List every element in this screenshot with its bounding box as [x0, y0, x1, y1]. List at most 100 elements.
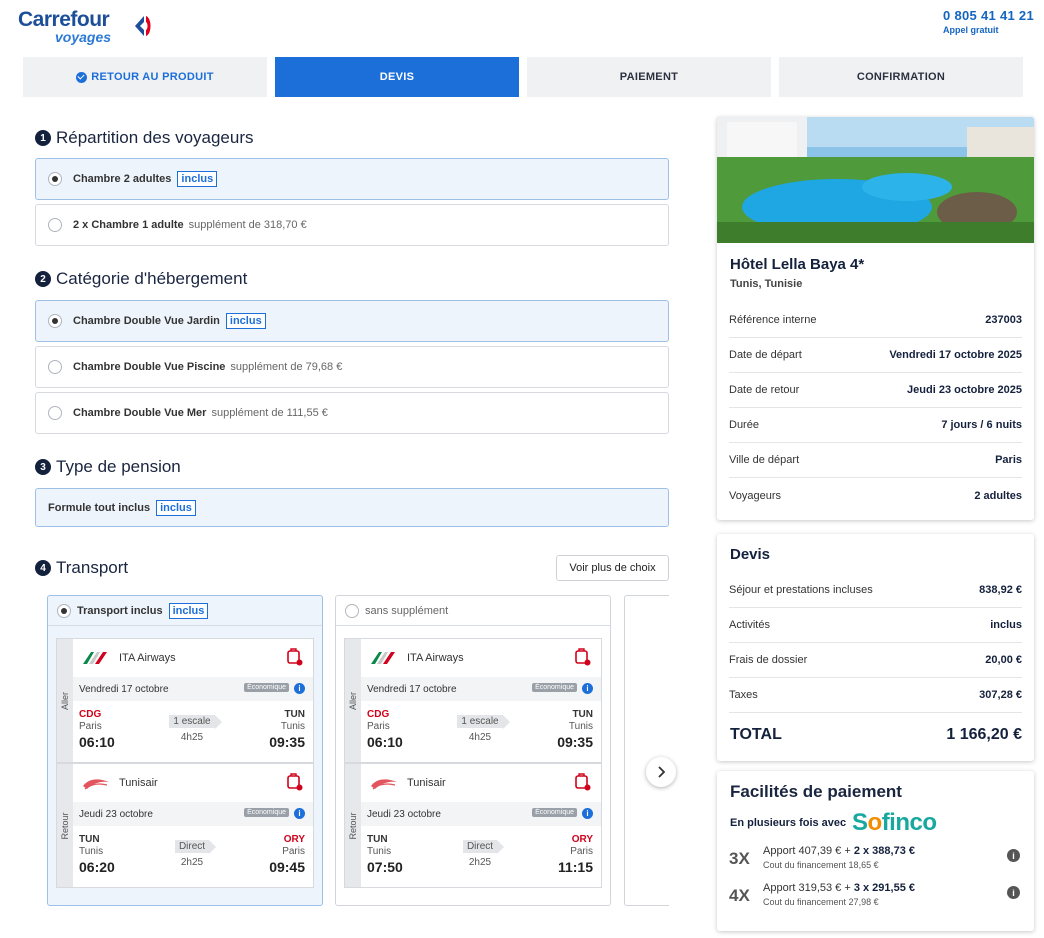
- payment-title: Facilités de paiement: [730, 782, 902, 801]
- flight-leg-retour: Retour Tunisair Jeudi 23 octobre Économi…: [344, 763, 602, 888]
- carrefour-voyages-logo[interactable]: Carrefour voyages: [18, 8, 158, 45]
- info-icon[interactable]: i: [582, 683, 593, 694]
- devis-row: Taxes 307,28 €: [729, 678, 1022, 713]
- phone-note: Appel gratuit: [943, 25, 999, 35]
- plan-multiplier: 3X: [729, 849, 750, 868]
- info-icon[interactable]: i: [294, 808, 305, 819]
- transport-card-header[interactable]: sans supplément: [336, 596, 610, 626]
- fare-class-badge: Économique: [244, 683, 289, 692]
- flight-connection: Direct 2h25: [445, 840, 515, 868]
- tab-retour-produit[interactable]: RETOUR AU PRODUIT: [23, 57, 267, 97]
- hotel-name: Hôtel Lella Baya 4*: [730, 256, 865, 273]
- departure-city: Tunis: [367, 846, 392, 857]
- devis-total: TOTAL 1 166,20 €: [730, 726, 1022, 744]
- phone-number[interactable]: 0 805 41 41 21: [943, 8, 1034, 23]
- radio-unselected[interactable]: [48, 218, 62, 232]
- departure-code: TUN: [79, 834, 100, 845]
- brand-sub: voyages: [55, 29, 112, 45]
- flight-leg-aller: Aller ITA Airways Vendredi 17 octobre Éc…: [56, 638, 314, 763]
- leg-side-label: Retour: [57, 764, 73, 887]
- departure-time: 06:10: [79, 734, 115, 750]
- departure: CDG Paris 06:10: [79, 709, 115, 750]
- stops-label: 1 escale: [457, 715, 510, 729]
- tab-label: DEVIS: [379, 71, 415, 83]
- detail-row: Date de retour Jeudi 23 octobre 2025: [729, 373, 1022, 408]
- airline-name: ITA Airways: [407, 652, 464, 664]
- flight-date-row: Vendredi 17 octobre Économique i: [361, 677, 601, 701]
- flight-duration: 2h25: [468, 857, 492, 868]
- transport-card-header[interactable]: Transport inclus inclus: [48, 596, 322, 626]
- option-vue-piscine[interactable]: Chambre Double Vue Piscine supplément de…: [35, 346, 669, 388]
- arrival-time: 11:15: [557, 859, 593, 875]
- inclus-badge: inclus: [177, 171, 218, 187]
- step-number: 4: [35, 560, 51, 576]
- flight-date: Jeudi 23 octobre: [79, 808, 153, 820]
- arrival-time: 09:45: [269, 859, 305, 875]
- arrival-city: Paris: [570, 846, 593, 857]
- arrival-city: Paris: [282, 846, 305, 857]
- plan-multiplier: 4X: [729, 886, 750, 905]
- info-icon[interactable]: i: [582, 808, 593, 819]
- radio-unselected[interactable]: [48, 360, 62, 374]
- option-vue-mer[interactable]: Chambre Double Vue Mer supplément de 111…: [35, 392, 669, 434]
- flight-date: Vendredi 17 octobre: [367, 683, 457, 695]
- option-chambre-2-adultes[interactable]: Chambre 2 adultes inclus: [35, 158, 669, 200]
- plan-cost: Cout du financement 27,98 €: [763, 897, 879, 907]
- plan-cost: Cout du financement 18,65 €: [763, 860, 879, 870]
- flight-date: Jeudi 23 octobre: [367, 808, 441, 820]
- inclus-badge: inclus: [225, 313, 266, 329]
- carousel-next-button[interactable]: [646, 757, 676, 787]
- plan-detail: Apport 319,53 € + 3 x 291,55 €: [763, 882, 915, 894]
- detail-row: Voyageurs 2 adultes: [729, 489, 1022, 502]
- step-number: 1: [35, 130, 51, 146]
- section-title-text: Type de pension: [56, 457, 181, 476]
- tab-label: RETOUR AU PRODUIT: [91, 71, 214, 83]
- arrival-code: TUN: [572, 709, 593, 720]
- flight-connection: 1 escale 4h25: [445, 715, 515, 743]
- airline-name: Tunisair: [407, 777, 446, 789]
- radio-unselected[interactable]: [345, 603, 359, 618]
- departure-time: 07:50: [367, 859, 403, 875]
- departure-city: Tunis: [79, 846, 104, 857]
- carrefour-icon: [135, 16, 151, 36]
- radio-selected[interactable]: [48, 172, 62, 186]
- tab-paiement: PAIEMENT: [527, 57, 771, 97]
- option-vue-jardin[interactable]: Chambre Double Vue Jardin inclus: [35, 300, 669, 342]
- flight-leg-retour: Retour Tunisair Jeudi 23 octobre Économi…: [56, 763, 314, 888]
- option-name: 2 x Chambre 1 adulte: [73, 219, 184, 231]
- radio-unselected[interactable]: [48, 406, 62, 420]
- departure-code: CDG: [79, 709, 102, 720]
- transport-card-sans-supplement[interactable]: sans supplément Aller ITA Airways Vendre…: [335, 595, 611, 906]
- tunisair-logo-icon: [83, 779, 109, 790]
- flight-duration: 4h25: [468, 732, 492, 743]
- option-2-chambres-1-adulte[interactable]: 2 x Chambre 1 adulte supplément de 318,7…: [35, 204, 669, 246]
- info-icon[interactable]: i: [294, 683, 305, 694]
- voir-plus-button[interactable]: Voir plus de choix: [556, 555, 669, 581]
- info-icon[interactable]: i: [1007, 849, 1020, 862]
- stops-label: 1 escale: [169, 715, 222, 729]
- hotel-photo: [717, 117, 1034, 243]
- transport-card-inclus[interactable]: Transport inclus inclus Aller ITA Airway…: [47, 595, 323, 906]
- option-name: Chambre Double Vue Mer: [73, 407, 207, 419]
- ita-airways-logo-icon: [371, 652, 395, 664]
- info-icon[interactable]: i: [1007, 886, 1020, 899]
- step-number: 2: [35, 271, 51, 287]
- departure-code: CDG: [367, 709, 390, 720]
- airline-name: ITA Airways: [119, 652, 176, 664]
- payment-plan-3x: 3X Apport 407,39 € + 2 x 388,73 € Cout d…: [729, 845, 1022, 875]
- step-number: 3: [35, 459, 51, 475]
- tab-devis[interactable]: DEVIS: [275, 57, 519, 97]
- phone-contact[interactable]: 0 805 41 41 21 Appel gratuit: [943, 8, 1034, 35]
- arrival: ORY Paris 09:45: [269, 834, 305, 875]
- plan-detail: Apport 407,39 € + 2 x 388,73 €: [763, 845, 915, 857]
- departure-time: 06:10: [367, 734, 403, 750]
- section-title-pension: 3 Type de pension: [35, 457, 181, 477]
- transport-card-partial[interactable]: [624, 595, 669, 906]
- radio-selected[interactable]: [48, 314, 62, 328]
- total-value: 1 166,20 €: [946, 726, 1022, 743]
- departure: TUN Tunis 06:20: [79, 834, 115, 875]
- departure: CDG Paris 06:10: [367, 709, 403, 750]
- devis-row: Séjour et prestations incluses 838,92 €: [729, 573, 1022, 608]
- arrival: ORY Paris 11:15: [558, 834, 593, 875]
- radio-selected[interactable]: [57, 603, 71, 618]
